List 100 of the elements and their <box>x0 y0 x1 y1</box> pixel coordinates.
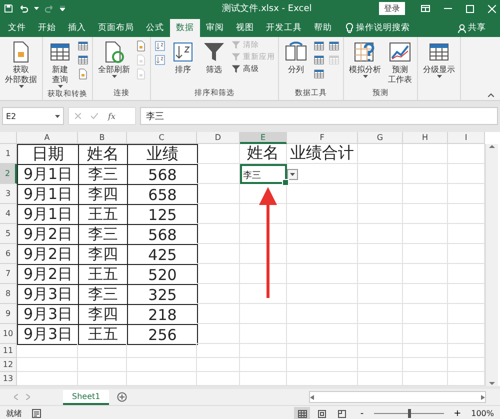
grid-view-icon <box>298 410 307 418</box>
ribbon-icon-button[interactable] <box>135 40 147 52</box>
column-header[interactable]: C <box>127 132 197 144</box>
cell-area <box>403 144 448 164</box>
vertical-scrollbar[interactable] <box>485 144 498 386</box>
customize-icon[interactable] <box>60 6 65 11</box>
column-header[interactable]: F <box>287 132 358 144</box>
horizontal-scrollbar[interactable] <box>309 391 486 403</box>
row-header[interactable]: 9 <box>0 304 17 324</box>
column-header[interactable]: B <box>78 132 127 144</box>
row-header[interactable]: 1 <box>0 144 17 164</box>
ribbon-tab[interactable]: 插入 <box>62 19 92 37</box>
sign-in-button[interactable]: 登录 <box>379 2 405 15</box>
dropdown-button[interactable] <box>287 169 298 180</box>
ribbon-button[interactable]: 新建 查询 <box>46 39 74 90</box>
ribbon-icon-button[interactable] <box>313 68 325 80</box>
row-header[interactable]: 4 <box>0 204 17 224</box>
ribbon-button[interactable]: 全部刷新 <box>96 39 132 88</box>
column-header[interactable]: I <box>448 132 485 144</box>
table-cell: 256 <box>127 324 198 345</box>
cell-area <box>403 344 448 358</box>
ribbon-icon-button[interactable] <box>313 54 325 66</box>
macro-record-icon[interactable] <box>32 409 41 418</box>
add-sheet-icon[interactable] <box>117 392 128 402</box>
scroll-up-icon[interactable] <box>489 144 495 148</box>
cell-area <box>17 358 78 372</box>
ribbon-icon-button[interactable] <box>328 40 340 52</box>
ribbon-button[interactable]: 筛选 <box>200 39 228 88</box>
scroll-left-icon[interactable] <box>310 394 314 400</box>
collapse-icon[interactable] <box>488 93 494 97</box>
ribbon-tab[interactable]: 视图 <box>230 19 260 37</box>
cell-area <box>403 244 448 264</box>
ribbon-icon-button[interactable] <box>77 54 89 66</box>
cell-area <box>403 372 448 386</box>
window-title: 测试文件.xlsx - Excel <box>221 2 313 15</box>
check-icon[interactable] <box>91 113 98 119</box>
sort-icon <box>171 40 195 64</box>
zoom-out-button[interactable]: - <box>360 408 364 418</box>
row-header[interactable]: 2 <box>0 164 17 184</box>
maximize-icon[interactable] <box>466 4 474 12</box>
fill-handle[interactable] <box>282 179 289 186</box>
ribbon-tab[interactable]: 帮助 <box>308 19 338 37</box>
ribbon-icon-button[interactable] <box>154 54 166 66</box>
view-button[interactable] <box>294 407 310 419</box>
sort-icon <box>154 40 166 52</box>
table-icon <box>77 40 89 52</box>
row-header[interactable]: 8 <box>0 284 17 304</box>
ribbon-button[interactable]: 获取 外部数据 <box>3 39 39 90</box>
caret-icon <box>34 7 39 10</box>
ribbon-icon-button[interactable] <box>154 40 166 52</box>
ribbon-button[interactable]: 模拟分析 <box>347 39 383 88</box>
cell-area <box>197 144 240 164</box>
name-box[interactable]: E2 <box>2 107 64 125</box>
scroll-down-icon[interactable] <box>489 382 495 386</box>
ribbon-button[interactable]: 预测 工作表 <box>386 39 414 88</box>
column-header[interactable]: H <box>403 132 448 144</box>
ribbon-button[interactable]: 排序 <box>169 39 197 88</box>
row-header[interactable]: 12 <box>0 358 17 372</box>
row-header[interactable]: 11 <box>0 344 17 358</box>
ribbon-tab[interactable]: 公式 <box>140 19 170 37</box>
table-icon <box>313 54 325 66</box>
ribbon-tab[interactable]: 数据 <box>170 19 200 37</box>
document-icon <box>135 68 147 80</box>
row-header[interactable]: 10 <box>0 324 17 344</box>
status-text: 就绪 <box>6 408 22 419</box>
cell-area <box>197 284 240 304</box>
formula-input[interactable]: 李三 <box>140 107 498 125</box>
undo-icon[interactable] <box>19 4 28 13</box>
ribbon-icon-button[interactable] <box>313 40 325 52</box>
ribbon-tab[interactable]: 开发工具 <box>260 19 308 37</box>
ribbon-tab[interactable]: 页面布局 <box>92 19 140 37</box>
insert-function-button[interactable]: fx <box>108 112 116 120</box>
ribbon-tab[interactable]: 审阅 <box>200 19 230 37</box>
tell-me-search[interactable]: 操作说明搜索 <box>346 19 410 37</box>
column-header[interactable]: G <box>358 132 403 144</box>
ribbon-tab[interactable]: 文件 <box>2 19 32 37</box>
row-header[interactable]: 3 <box>0 184 17 204</box>
zoom-in-button[interactable]: + <box>454 408 462 418</box>
column-header[interactable]: A <box>17 132 78 144</box>
ribbon-display-icon[interactable] <box>421 5 430 12</box>
scroll-right-icon[interactable] <box>481 394 485 400</box>
column-header[interactable]: D <box>197 132 240 144</box>
ribbon-tab[interactable]: 开始 <box>32 19 62 37</box>
table-cell: 李三 <box>240 164 287 184</box>
ribbon-icon-button[interactable] <box>77 40 89 52</box>
column-header[interactable]: E <box>240 132 287 144</box>
ribbon-button[interactable]: 分级显示 <box>421 39 457 88</box>
cell-area <box>78 344 127 358</box>
table-icon <box>328 54 340 66</box>
row-header[interactable]: 5 <box>0 224 17 244</box>
row-header[interactable]: 7 <box>0 264 17 284</box>
ribbon-button[interactable]: 分列 <box>282 39 310 88</box>
save-icon[interactable] <box>4 4 13 13</box>
ribbon-icon-button[interactable] <box>77 68 89 80</box>
zoom-thumb[interactable] <box>408 409 411 418</box>
share-button[interactable]: 共享 <box>452 19 492 37</box>
sheet-tab[interactable]: Sheet1 <box>63 390 110 404</box>
row-header[interactable]: 6 <box>0 244 17 264</box>
close-icon[interactable] <box>488 4 496 12</box>
row-header[interactable]: 13 <box>0 372 17 386</box>
